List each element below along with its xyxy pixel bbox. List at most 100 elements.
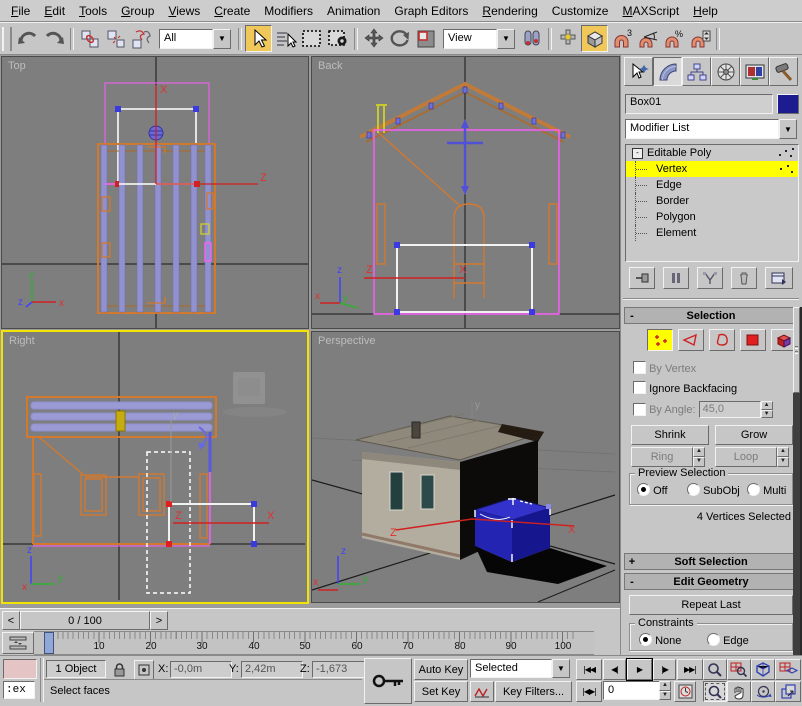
viewport-perspective-label[interactable]: Perspective (318, 335, 375, 347)
constraint-edge-radio[interactable] (707, 633, 720, 646)
tab-create[interactable] (624, 57, 653, 86)
menu-create[interactable]: Create (207, 2, 257, 20)
configure-modifier-sets-button[interactable] (765, 267, 793, 289)
select-and-rotate-button[interactable] (387, 26, 412, 51)
arc-rotate-button[interactable] (751, 681, 775, 702)
unlink-button[interactable] (103, 26, 128, 51)
key-mode-dropdown[interactable]: Selected ▼ (470, 659, 570, 678)
y-coord-field[interactable]: 2,42m (241, 661, 303, 678)
spinner-up-icon[interactable]: ▲ (761, 401, 773, 410)
maxscript-mini-listener[interactable]: :ex (3, 681, 35, 699)
auto-key-button[interactable]: Auto Key (414, 659, 468, 680)
selection-filter-dropdown[interactable]: All ▼ (159, 29, 231, 49)
next-frame-button[interactable]: |▶ (653, 659, 676, 680)
dropdown-arrow-icon[interactable]: ▼ (497, 29, 515, 49)
ring-spinner[interactable]: ▲▼ (693, 447, 705, 467)
preview-subobj-radio[interactable] (687, 483, 700, 496)
stack-collapse-box[interactable]: - (632, 148, 643, 159)
constraint-edge-radio-row[interactable]: Edge (707, 633, 749, 647)
object-color-swatch[interactable] (777, 94, 799, 114)
by-vertex-checkbox[interactable] (633, 361, 646, 374)
undo-button[interactable] (15, 26, 40, 51)
redo-button[interactable] (41, 26, 66, 51)
preview-off-radio-row[interactable]: Off (637, 483, 668, 497)
current-frame-field[interactable]: 0 (603, 681, 665, 700)
window-crossing-toggle-button[interactable] (325, 26, 350, 51)
by-angle-checkbox[interactable] (633, 403, 646, 416)
x-coord-field[interactable]: -0,0m (170, 661, 232, 678)
menu-rendering[interactable]: Rendering (475, 2, 544, 20)
repeat-last-button[interactable]: Repeat Last (629, 595, 793, 615)
panel-scrollbar-thumb[interactable] (793, 307, 800, 393)
pin-stack-button[interactable] (629, 267, 655, 289)
tab-motion[interactable] (711, 57, 740, 86)
viewport-right-label[interactable]: Right (9, 335, 35, 347)
menu-tools[interactable]: Tools (72, 2, 114, 20)
menu-graph-editors[interactable]: Graph Editors (387, 2, 475, 20)
preview-off-radio[interactable] (637, 483, 650, 496)
go-to-end-button[interactable]: ▶▶| (677, 659, 703, 680)
preview-multi-radio[interactable] (747, 483, 760, 496)
viewport-right[interactable]: Right y (1, 330, 309, 604)
zoom-all-button[interactable] (727, 659, 751, 680)
percent-snap-toggle-button[interactable]: % (661, 26, 686, 51)
edit-geometry-rollout-header[interactable]: - Edit Geometry (624, 573, 798, 590)
tab-modify[interactable] (653, 57, 682, 86)
frame-spinner[interactable]: ▲▼ (659, 681, 671, 700)
use-pivot-center-button[interactable] (519, 26, 544, 51)
select-and-scale-button[interactable] (413, 26, 438, 51)
tab-utilities[interactable] (769, 57, 798, 86)
set-key-button[interactable]: Set Key (414, 681, 468, 702)
play-button[interactable]: ▶ (627, 659, 652, 680)
stack-item-polygon[interactable]: Polygon (626, 209, 798, 225)
menu-help[interactable]: Help (686, 2, 725, 20)
select-and-move-button[interactable] (361, 26, 386, 51)
pan-button[interactable] (727, 681, 751, 702)
tab-hierarchy[interactable] (682, 57, 711, 86)
current-frame-marker[interactable] (44, 632, 54, 654)
show-end-result-button[interactable] (663, 267, 689, 289)
border-mode-button[interactable] (709, 329, 735, 351)
menu-maxscript[interactable]: MAXScript (615, 2, 686, 20)
rectangular-selection-region-button[interactable] (299, 26, 324, 51)
ring-button[interactable]: Ring (631, 447, 693, 467)
menu-file[interactable]: File (4, 2, 37, 20)
loop-button[interactable]: Loop (715, 447, 777, 467)
stack-item-edge[interactable]: Edge (626, 177, 798, 193)
by-angle-field[interactable]: 45,0 (699, 401, 761, 418)
viewport-perspective[interactable]: Perspective y (311, 331, 620, 603)
select-and-manipulate-button[interactable] (555, 26, 580, 51)
polygon-mode-button[interactable] (740, 329, 766, 351)
panel-scrollbar-track[interactable] (793, 307, 800, 655)
reference-coordinate-dropdown[interactable]: View ▼ (443, 29, 515, 49)
remove-modifier-button[interactable] (731, 267, 757, 289)
select-and-link-button[interactable] (77, 26, 102, 51)
preview-multi-radio-row[interactable]: Multi (747, 483, 786, 497)
make-unique-button[interactable] (697, 267, 723, 289)
zoom-button[interactable] (703, 659, 727, 680)
stack-item-vertex[interactable]: Vertex (626, 161, 798, 177)
ignore-backfacing-checkbox[interactable] (633, 381, 646, 394)
previous-frame-button[interactable]: ◀| (603, 659, 626, 680)
dropdown-arrow-icon[interactable]: ▼ (552, 659, 570, 678)
selection-rollout-header[interactable]: - Selection (624, 307, 798, 324)
grow-button[interactable]: Grow (715, 425, 793, 445)
shrink-button[interactable]: Shrink (631, 425, 709, 445)
modifier-list-dropdown[interactable]: Modifier List ▼ (625, 119, 797, 139)
spinner-snap-toggle-button[interactable] (687, 26, 712, 51)
menu-views[interactable]: Views (161, 2, 207, 20)
viewport-top-label[interactable]: Top (8, 60, 26, 72)
zoom-extents-button[interactable] (751, 659, 775, 680)
dropdown-arrow-icon[interactable]: ▼ (779, 119, 797, 139)
time-slider-next-button[interactable]: > (150, 611, 168, 630)
menu-animation[interactable]: Animation (320, 2, 387, 20)
menu-customize[interactable]: Customize (545, 2, 616, 20)
loop-spinner[interactable]: ▲▼ (777, 447, 789, 467)
viewport-top[interactable]: Top (1, 56, 309, 329)
set-keys-button[interactable] (364, 658, 412, 704)
viewport-back[interactable]: Back Z X z (311, 56, 620, 329)
track-bar-ruler[interactable]: 0 10 20 30 40 50 60 70 80 90 100 (34, 631, 594, 655)
macro-recorder-pane[interactable] (3, 659, 37, 679)
z-coord-field[interactable]: -1,673 (312, 661, 370, 678)
zoom-region-button[interactable] (703, 681, 727, 702)
